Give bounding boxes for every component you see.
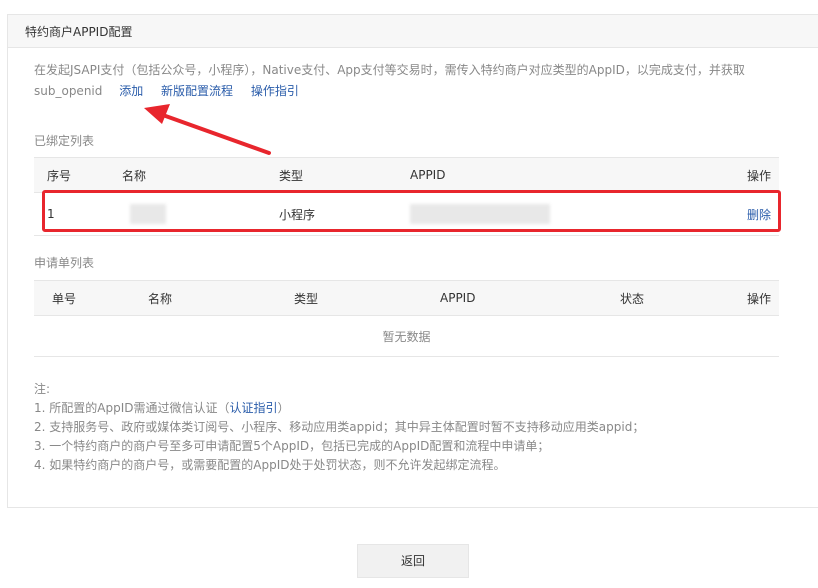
col-appid: APPID: [410, 157, 710, 193]
col-name: 名称: [148, 280, 294, 316]
col-appid: APPID: [440, 280, 620, 316]
note-item: 1. 所配置的AppID需通过微信认证（认证指引）: [34, 399, 804, 418]
description-text: 在发起JSAPI支付（包括公众号，小程序），Native支付、App支付等交易时…: [34, 63, 745, 77]
table-row-empty: 暂无数据: [34, 315, 779, 357]
notes-label: 注:: [34, 382, 51, 396]
col-order-no: 单号: [34, 280, 148, 316]
bound-list-title: 已绑定列表: [34, 134, 95, 148]
row-highlight-annotation: [42, 190, 781, 232]
notes: 注: 1. 所配置的AppID需通过微信认证（认证指引） 2. 支持服务号、政府…: [34, 380, 804, 475]
col-name: 名称: [122, 157, 279, 193]
col-seq: 序号: [34, 157, 122, 193]
guide-link[interactable]: 操作指引: [251, 84, 299, 98]
col-status: 状态: [620, 280, 740, 316]
note-item: 3. 一个特约商户的商户号至多可申请配置5个AppID，包括已完成的AppID配…: [34, 439, 550, 453]
empty-text: 暂无数据: [34, 315, 779, 357]
description: 在发起JSAPI支付（包括公众号，小程序），Native支付、App支付等交易时…: [34, 60, 794, 102]
description-text-2: sub_openid: [34, 84, 103, 98]
cert-guide-link[interactable]: 认证指引: [230, 401, 278, 415]
table-header-row: 序号 名称 类型 APPID 操作: [34, 157, 779, 193]
panel-header: 特约商户APPID配置: [8, 15, 818, 48]
note-item: 4. 如果特约商户的商户号，或需要配置的AppID处于处罚状态，则不允许发起绑定…: [34, 458, 506, 472]
note-item: 2. 支持服务号、政府或媒体类订阅号、小程序、移动应用类appid；其中异主体配…: [34, 420, 645, 434]
table-header-row: 单号 名称 类型 APPID 状态 操作: [34, 280, 779, 316]
new-config-flow-link[interactable]: 新版配置流程: [161, 84, 233, 98]
col-action: 操作: [740, 280, 779, 316]
back-button[interactable]: 返回: [357, 544, 469, 578]
col-action: 操作: [710, 157, 779, 193]
application-list-title: 申请单列表: [34, 256, 95, 270]
col-type: 类型: [279, 157, 410, 193]
note-suffix: ）: [277, 401, 290, 415]
col-type: 类型: [294, 280, 440, 316]
add-link[interactable]: 添加: [119, 84, 143, 98]
note-text: 1. 所配置的AppID需通过微信认证（: [34, 401, 230, 415]
application-list-table: 单号 名称 类型 APPID 状态 操作 暂无数据: [34, 280, 779, 357]
panel-title: 特约商户APPID配置: [25, 25, 133, 39]
